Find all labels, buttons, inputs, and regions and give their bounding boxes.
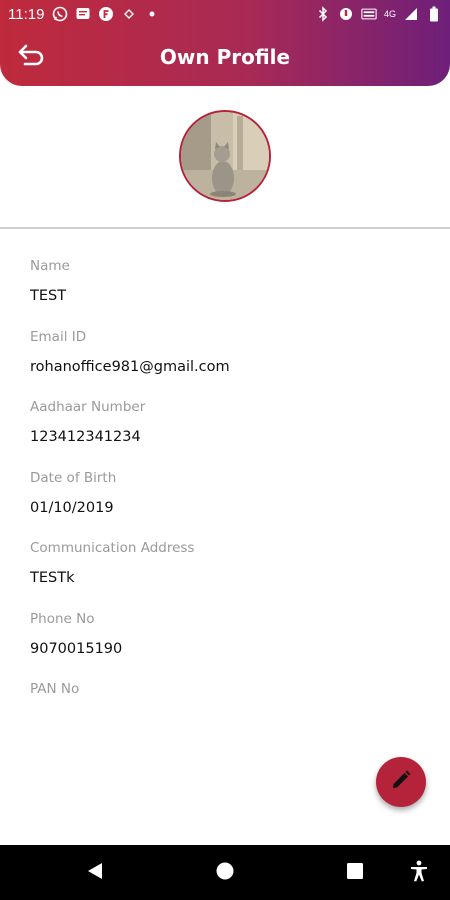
profile-fields: Name TEST Email ID rohanoffice981@gmail.… [30,256,430,750]
back-button[interactable] [14,42,48,72]
field-email: Email ID rohanoffice981@gmail.com [30,327,430,398]
battery-icon [426,6,442,22]
field-pan: PAN No [30,679,430,750]
system-navigation-bar [0,845,450,900]
diamond-icon [121,6,137,22]
app-f-icon [98,6,114,22]
app-header: Own Profile [0,28,450,86]
status-bar: 11:19 4G [0,0,450,28]
square-recents-icon [346,862,364,884]
field-dob: Date of Birth 01/10/2019 [30,468,430,539]
field-label: Name [30,258,70,274]
triangle-back-icon [85,861,105,885]
field-aadhaar: Aadhaar Number 123412341234 [30,397,430,468]
field-name: Name TEST [30,256,430,327]
field-value: rohanoffice981@gmail.com [30,358,230,375]
field-label: PAN No [30,681,80,697]
accessibility-icon [409,860,429,886]
back-arrow-icon [17,44,45,70]
notification-icons [52,6,160,22]
section-divider [0,227,450,229]
dot-icon [144,6,160,22]
field-address: Communication Address TESTk [30,538,430,609]
field-value: 123412341234 [30,429,141,445]
circle-home-icon [215,861,235,885]
field-value: 01/10/2019 [30,499,114,516]
field-value: 9070015190 [30,640,123,657]
field-label: Email ID [30,328,87,345]
field-label: Aadhaar Number [30,399,146,415]
page-title: Own Profile [159,45,291,69]
field-value: TEST [30,288,67,304]
message-icon [75,6,91,22]
nav-back-button[interactable] [84,862,106,884]
status-time: 11:19 [8,5,45,23]
profile-avatar[interactable] [179,110,271,202]
field-label: Date of Birth [30,469,117,486]
network-type-label: 4G [383,9,396,19]
edit-profile-button[interactable] [376,757,426,807]
nav-recents-button[interactable] [344,862,366,884]
whatsapp-icon [52,6,68,22]
volte-icon [361,6,377,22]
alarm-icon [338,6,354,22]
signal-icon [403,6,419,22]
field-value: TESTk [30,570,75,586]
pencil-icon [390,769,412,795]
field-label: Communication Address [30,540,195,556]
bluetooth-icon [315,6,331,22]
field-phone: Phone No 9070015190 [30,609,430,680]
nav-accessibility-button[interactable] [408,860,430,886]
system-icons: 4G [315,6,442,22]
field-label: Phone No [30,610,95,627]
nav-home-button[interactable] [214,862,236,884]
avatar-photo [179,110,271,202]
